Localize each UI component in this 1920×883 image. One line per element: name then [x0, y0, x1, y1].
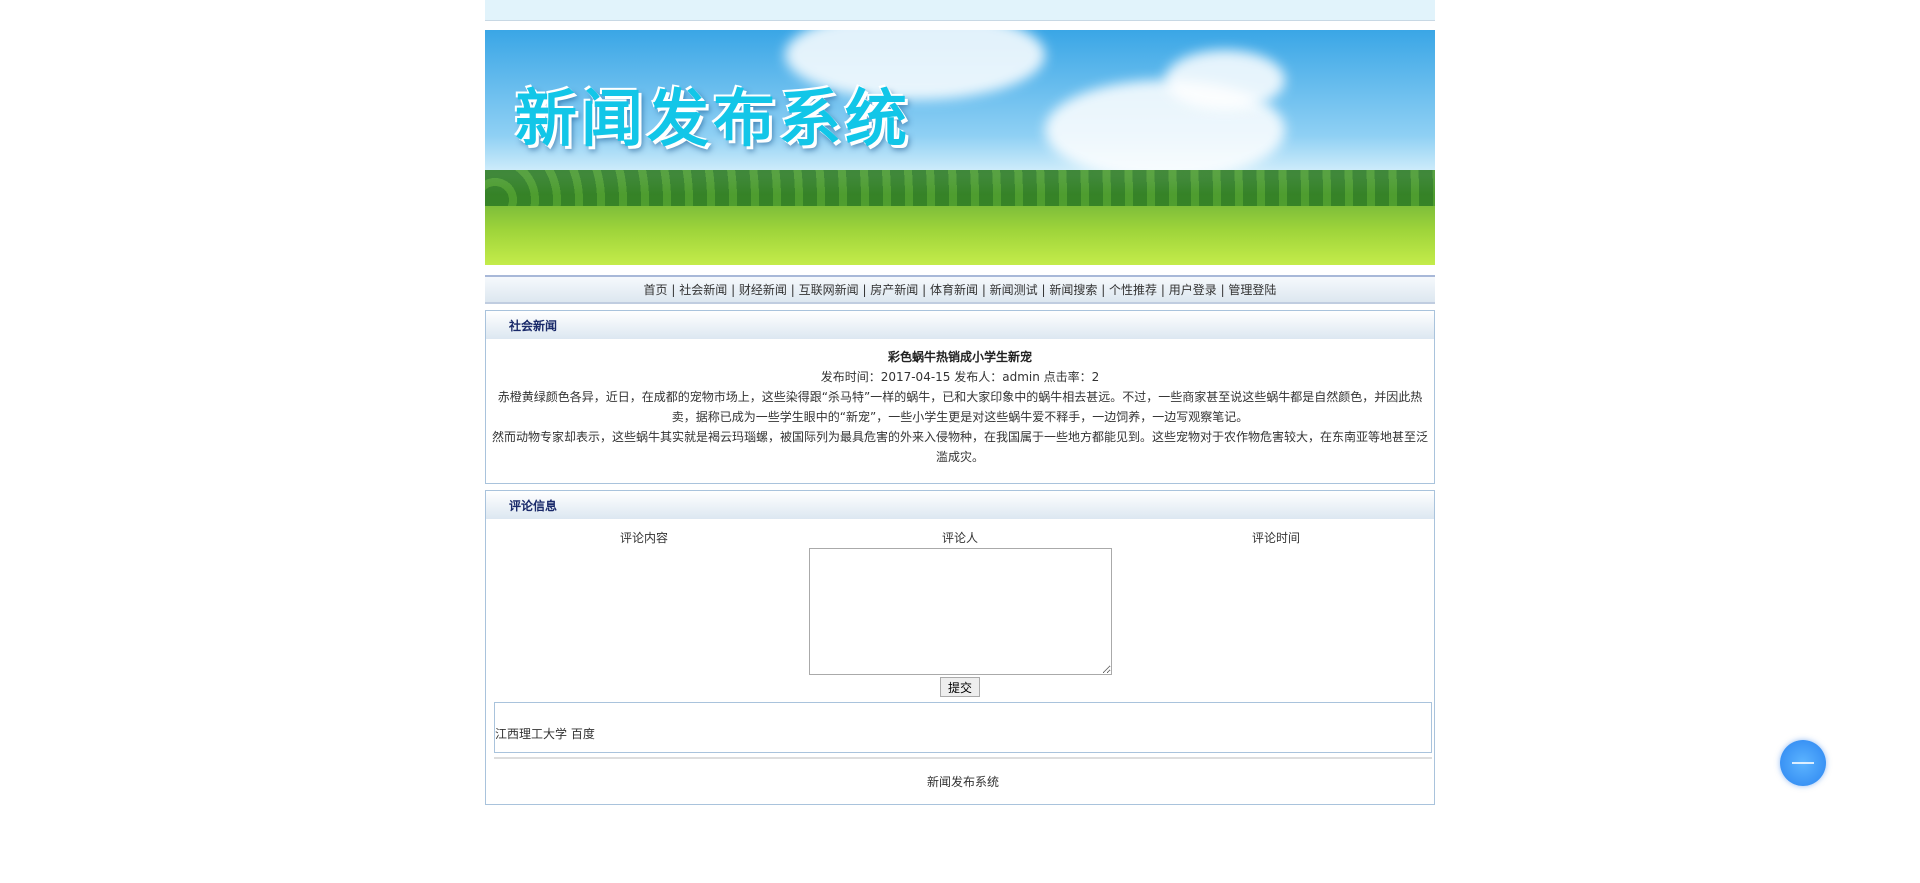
comment-text: 江西理工大学 百度 — [495, 727, 595, 741]
nav-link[interactable]: 体育新闻 — [930, 283, 978, 297]
nav-separator: | — [786, 283, 799, 297]
col-content-header: 评论内容 — [619, 531, 668, 545]
nav-link[interactable]: 财经新闻 — [739, 283, 787, 297]
banner-title: 新闻发布系统 — [515, 82, 912, 155]
nav-link[interactable]: 个性推荐 — [1109, 283, 1157, 297]
trees-image — [485, 170, 1435, 206]
nav-separator: | — [1037, 283, 1050, 297]
nav-link[interactable]: 首页 — [644, 283, 668, 297]
nav-separator: | — [727, 283, 739, 297]
news-paragraph: 然而动物专家却表示，这些蜗牛其实就是褐云玛瑙螺，被国际列为最具危害的外来入侵物种… — [491, 430, 1428, 464]
news-article: 彩色蜗牛热销成小学生新宠 发布时间：2017-04-15 发布人：admin 点… — [486, 339, 1434, 483]
banner: 新闻发布系统 — [485, 30, 1435, 265]
main-nav: 首页 | 社会新闻 | 财经新闻 | 互联网新闻 | 房产新闻 | 体育新闻 |… — [485, 275, 1435, 304]
news-title: 彩色蜗牛热销成小学生新宠 — [887, 350, 1032, 364]
comments-panel: 评论信息 评论内容 评论人 评论时间 提交 江西理工大学 百度 新闻发布系统 — [485, 490, 1435, 805]
nav-separator: | — [1097, 283, 1110, 297]
nav-separator: | — [667, 283, 680, 297]
page: 新闻发布系统 首页 | 社会新闻 | 财经新闻 | 互联网新闻 | 房产新闻 |… — [485, 0, 1435, 805]
footer: 新闻发布系统 — [494, 757, 1432, 804]
comment-input[interactable] — [808, 548, 1112, 675]
line-icon — [1792, 762, 1814, 764]
floating-assist-button[interactable] — [1780, 740, 1826, 786]
news-panel: 社会新闻 彩色蜗牛热销成小学生新宠 发布时间：2017-04-15 发布人：ad… — [485, 310, 1435, 484]
news-section-title: 社会新闻 — [486, 311, 1434, 339]
nav-link[interactable]: 互联网新闻 — [799, 283, 859, 297]
nav-separator: | — [1216, 283, 1229, 297]
nav-link[interactable]: 房产新闻 — [870, 283, 918, 297]
nav-separator: | — [1157, 283, 1169, 297]
col-time-header: 评论时间 — [1251, 531, 1300, 545]
submit-button[interactable]: 提交 — [940, 677, 980, 697]
nav-link[interactable]: 用户登录 — [1169, 283, 1217, 297]
nav-link[interactable]: 社会新闻 — [679, 283, 727, 297]
nav-separator: | — [858, 283, 871, 297]
news-paragraph: 赤橙黄绿颜色各异，近日，在成都的宠物市场上，这些染得跟“杀马特”一样的蜗牛，已和… — [497, 390, 1423, 424]
nav-link[interactable]: 管理登陆 — [1228, 283, 1276, 297]
col-author-header: 评论人 — [941, 531, 978, 545]
nav-separator: | — [978, 283, 990, 297]
news-meta: 发布时间：2017-04-15 发布人：admin 点击率：2 — [820, 370, 1100, 384]
comments-section-title: 评论信息 — [486, 491, 1434, 519]
nav-link[interactable]: 新闻测试 — [990, 283, 1038, 297]
nav-link[interactable]: 新闻搜索 — [1049, 283, 1097, 297]
comment-item: 江西理工大学 百度 — [494, 702, 1432, 753]
top-bar — [485, 0, 1435, 21]
nav-separator: | — [918, 283, 930, 297]
